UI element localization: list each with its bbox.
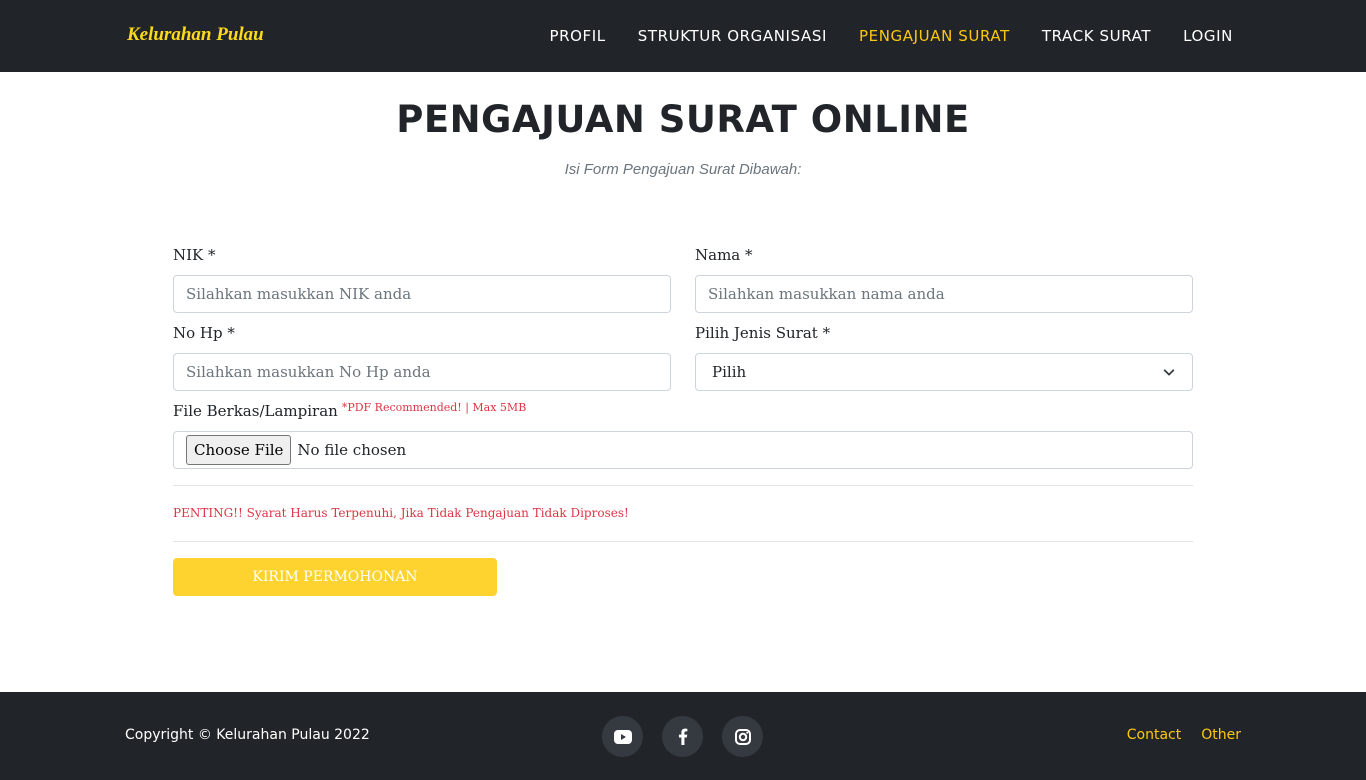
- jenis-surat-select[interactable]: Pilih: [695, 353, 1193, 391]
- nav-item-track-surat[interactable]: TRACK SURAT: [1042, 27, 1151, 45]
- file-label: File Berkas/Lampiran: [173, 402, 338, 420]
- social-links: [602, 716, 782, 757]
- instagram-icon: [734, 728, 751, 745]
- youtube-link[interactable]: [602, 716, 643, 757]
- footer-links: Contact Other: [1107, 727, 1241, 743]
- file-label-row: File Berkas/Lampiran *PDF Recommended! | …: [173, 401, 527, 420]
- nav-item-profil[interactable]: PROFIL: [549, 27, 605, 45]
- navbar: Kelurahan Pulau PROFIL STRUKTUR ORGANISA…: [0, 0, 1366, 72]
- jenis-surat-selected: Pilih: [712, 363, 747, 381]
- copyright-text: Copyright © Kelurahan Pulau 2022: [125, 727, 370, 743]
- jenis-surat-label: Pilih Jenis Surat *: [695, 324, 831, 342]
- nav-menu: PROFIL STRUKTUR ORGANISASI PENGAJUAN SUR…: [517, 0, 1233, 72]
- warning-text: PENTING!! Syarat Harus Terpenuhi, Jika T…: [173, 506, 629, 520]
- facebook-link[interactable]: [662, 716, 703, 757]
- nik-input[interactable]: [173, 275, 671, 313]
- nohp-input[interactable]: [173, 353, 671, 391]
- file-status: No file chosen: [297, 441, 407, 459]
- divider: [173, 541, 1193, 542]
- footer-link-other[interactable]: Other: [1201, 727, 1241, 743]
- page-title: PENGAJUAN SURAT ONLINE: [396, 98, 970, 141]
- nik-label: NIK *: [173, 246, 216, 264]
- file-hint: *PDF Recommended! | Max 5MB: [341, 401, 527, 414]
- nav-item-login[interactable]: LOGIN: [1183, 27, 1233, 45]
- chevron-down-icon: [1163, 369, 1175, 376]
- footer: Copyright © Kelurahan Pulau 2022 Contact…: [0, 692, 1366, 780]
- nama-label: Nama *: [695, 246, 753, 264]
- nama-input[interactable]: [695, 275, 1193, 313]
- file-input[interactable]: Choose File No file chosen: [173, 431, 1193, 469]
- nohp-label: No Hp *: [173, 324, 235, 342]
- youtube-icon: [613, 729, 632, 744]
- page-subtitle: Isi Form Pengajuan Surat Dibawah:: [564, 161, 802, 178]
- submit-button[interactable]: KIRIM PERMOHONAN: [173, 558, 497, 596]
- footer-link-contact[interactable]: Contact: [1127, 727, 1181, 743]
- nav-item-struktur-organisasi[interactable]: STRUKTUR ORGANISASI: [638, 27, 827, 45]
- divider: [173, 485, 1193, 486]
- choose-file-button[interactable]: Choose File: [186, 435, 292, 465]
- instagram-link[interactable]: [722, 716, 763, 757]
- brand-logo[interactable]: Kelurahan Pulau: [127, 24, 264, 46]
- nav-item-pengajuan-surat[interactable]: PENGAJUAN SURAT: [859, 27, 1010, 45]
- facebook-icon: [678, 728, 687, 745]
